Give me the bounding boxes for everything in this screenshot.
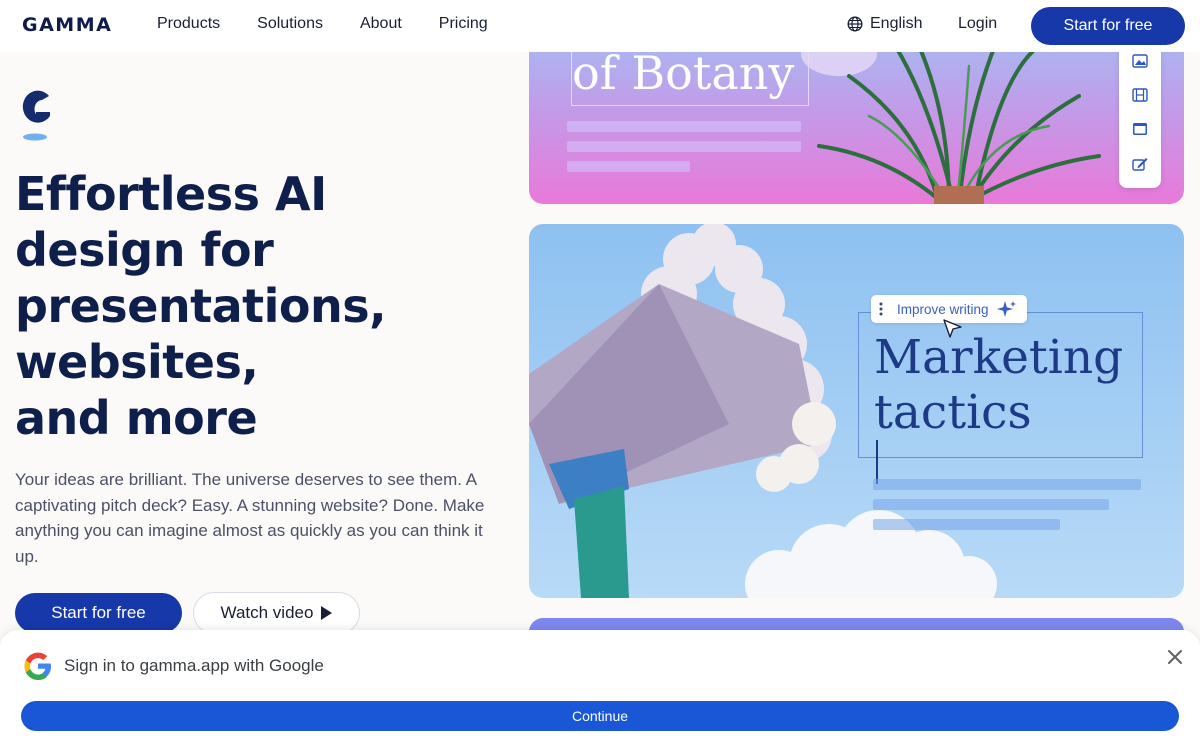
gamma-logo[interactable]: GAMMA xyxy=(22,14,112,36)
image-icon[interactable] xyxy=(1132,54,1148,68)
marketing-title-line: Marketing xyxy=(874,330,1124,385)
placeholder-line xyxy=(873,499,1109,510)
hero-subtext: Your ideas are brilliant. The universe d… xyxy=(15,470,485,566)
close-icon[interactable] xyxy=(1164,646,1186,668)
headline-line: Effortless AI xyxy=(15,167,327,221)
play-icon xyxy=(321,606,333,620)
marketing-title-line-text: tactics xyxy=(874,385,1032,440)
plant-illustration xyxy=(801,36,1101,204)
placeholder-line xyxy=(873,479,1141,490)
placeholder-line xyxy=(567,161,690,172)
google-signin-prompt: Sign in to gamma.app with Google Continu… xyxy=(0,630,1200,750)
headline-line: and more xyxy=(15,391,258,445)
main-nav: Products Solutions About Pricing xyxy=(157,15,525,33)
botany-title-box: of Botany xyxy=(571,46,810,106)
header-start-button[interactable]: Start for free xyxy=(1031,7,1185,45)
nav-pricing[interactable]: Pricing xyxy=(439,15,488,33)
headline-line: websites, xyxy=(15,335,259,389)
hero-headline: Effortless AI design for presentations, … xyxy=(15,166,495,446)
placeholder-line xyxy=(567,141,801,152)
text-cursor xyxy=(876,440,878,484)
page: GAMMA Products Solutions About Pricing E… xyxy=(0,0,1200,750)
google-g-icon xyxy=(24,652,51,680)
editor-toolbar xyxy=(1119,40,1161,188)
improve-writing-label: Improve writing xyxy=(897,301,989,317)
headline-line: design for xyxy=(15,223,274,277)
google-continue-button[interactable]: Continue xyxy=(21,701,1179,731)
start-free-button[interactable]: Start for free xyxy=(15,593,182,633)
marketing-title-line: tactics xyxy=(874,385,1123,484)
marketing-card: Improve writing Marketing tactics xyxy=(529,224,1184,598)
botany-card: of Botany xyxy=(529,36,1184,204)
top-nav: GAMMA Products Solutions About Pricing E… xyxy=(0,0,1200,52)
language-selector[interactable]: English xyxy=(847,15,922,33)
nav-solutions[interactable]: Solutions xyxy=(257,15,323,33)
watch-video-label: Watch video xyxy=(220,603,314,622)
more-dots-icon[interactable] xyxy=(879,302,883,316)
placeholder-line xyxy=(567,121,801,132)
film-icon[interactable] xyxy=(1132,88,1148,102)
google-signin-title: Sign in to gamma.app with Google xyxy=(64,656,324,675)
nav-about[interactable]: About xyxy=(360,15,402,33)
nav-products[interactable]: Products xyxy=(157,15,220,33)
headline-line: presentations, xyxy=(15,279,387,333)
marketing-title: Marketing tactics xyxy=(874,330,1123,484)
window-icon[interactable] xyxy=(1132,122,1148,136)
placeholder-line xyxy=(873,519,1060,530)
watch-video-button[interactable]: Watch video xyxy=(193,592,360,634)
globe-icon xyxy=(847,16,863,32)
sparkle-icon xyxy=(996,301,1016,317)
login-link[interactable]: Login xyxy=(958,15,997,33)
botany-title: of Botany xyxy=(572,46,795,100)
gamma-g-icon xyxy=(22,90,50,141)
edit-icon[interactable] xyxy=(1132,157,1148,171)
language-label: English xyxy=(870,15,923,32)
hero-cta-row: Start for free Watch video xyxy=(15,592,360,634)
